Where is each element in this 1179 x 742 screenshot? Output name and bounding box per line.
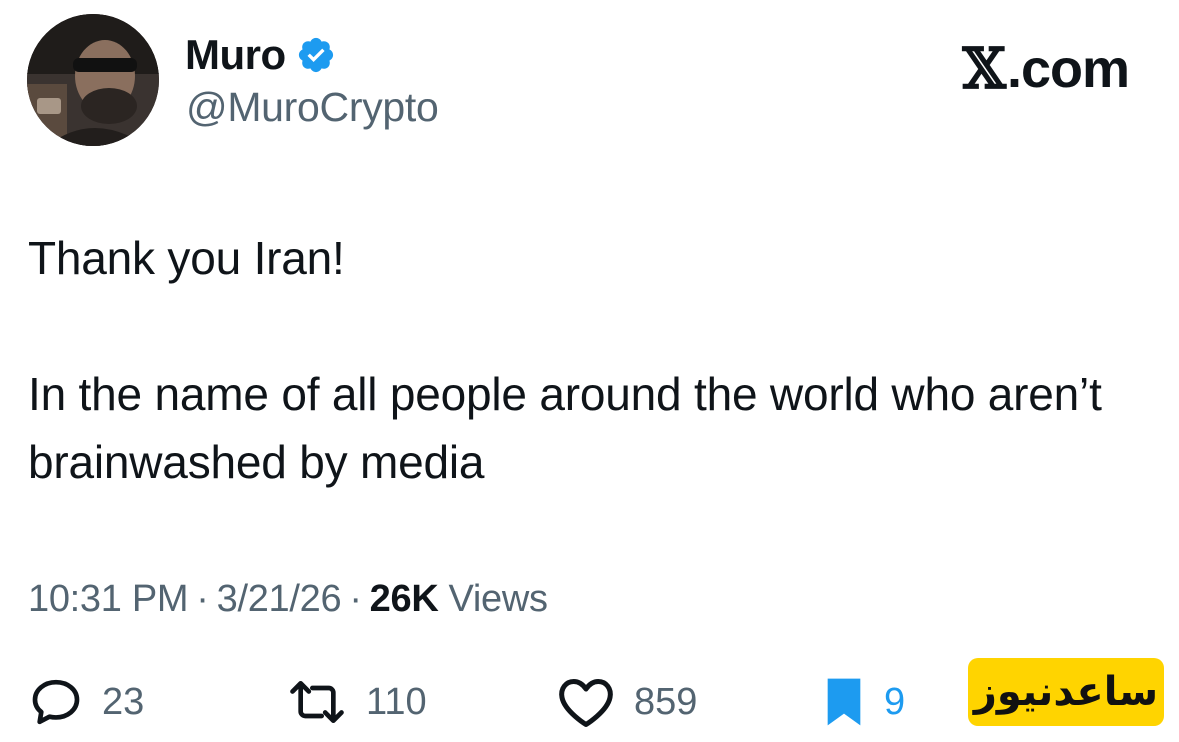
like-button[interactable]: 859 bbox=[556, 672, 697, 732]
author-handle[interactable]: @MuroCrypto bbox=[186, 84, 439, 131]
reply-button[interactable]: 23 bbox=[28, 672, 144, 732]
tweet-time[interactable]: 10:31 PM bbox=[28, 578, 189, 621]
like-count: 859 bbox=[634, 680, 698, 723]
tweet-text: Thank you Iran! In the name of all peopl… bbox=[28, 224, 1138, 496]
repost-icon bbox=[290, 681, 344, 723]
bookmark-icon bbox=[827, 678, 861, 726]
tweet-paragraph: Thank you Iran! bbox=[28, 232, 345, 284]
repost-count: 110 bbox=[366, 680, 427, 723]
tweet-date[interactable]: 3/21/26 bbox=[217, 578, 342, 621]
views-label: Views bbox=[448, 578, 548, 620]
views-count: 26K bbox=[369, 578, 439, 620]
meta-separator: · bbox=[349, 578, 362, 620]
verified-badge-icon bbox=[298, 37, 333, 73]
watermark-logo: ساعدنیوز bbox=[968, 658, 1164, 726]
profile-photo bbox=[27, 14, 159, 146]
tweet-meta: 10:31 PM · 3/21/26 · 26K Views bbox=[28, 578, 548, 621]
tweet-paragraph: In the name of all people around the wor… bbox=[28, 368, 1102, 488]
bookmark-count: 9 bbox=[884, 680, 906, 723]
display-name[interactable]: Muro bbox=[185, 31, 286, 79]
heart-icon bbox=[559, 679, 613, 727]
avatar[interactable] bbox=[27, 14, 159, 146]
reply-count: 23 bbox=[102, 680, 145, 723]
bookmark-button[interactable]: 9 bbox=[822, 672, 905, 732]
meta-separator: · bbox=[196, 578, 209, 620]
repost-button[interactable]: 110 bbox=[286, 672, 427, 732]
brand-label: .com bbox=[1006, 39, 1130, 99]
x-logo-icon: 𝕏 bbox=[962, 36, 1006, 102]
brand-logo: 𝕏 .com bbox=[962, 36, 1131, 102]
author-name-row[interactable]: Muro bbox=[185, 30, 336, 80]
reply-icon bbox=[32, 679, 80, 725]
